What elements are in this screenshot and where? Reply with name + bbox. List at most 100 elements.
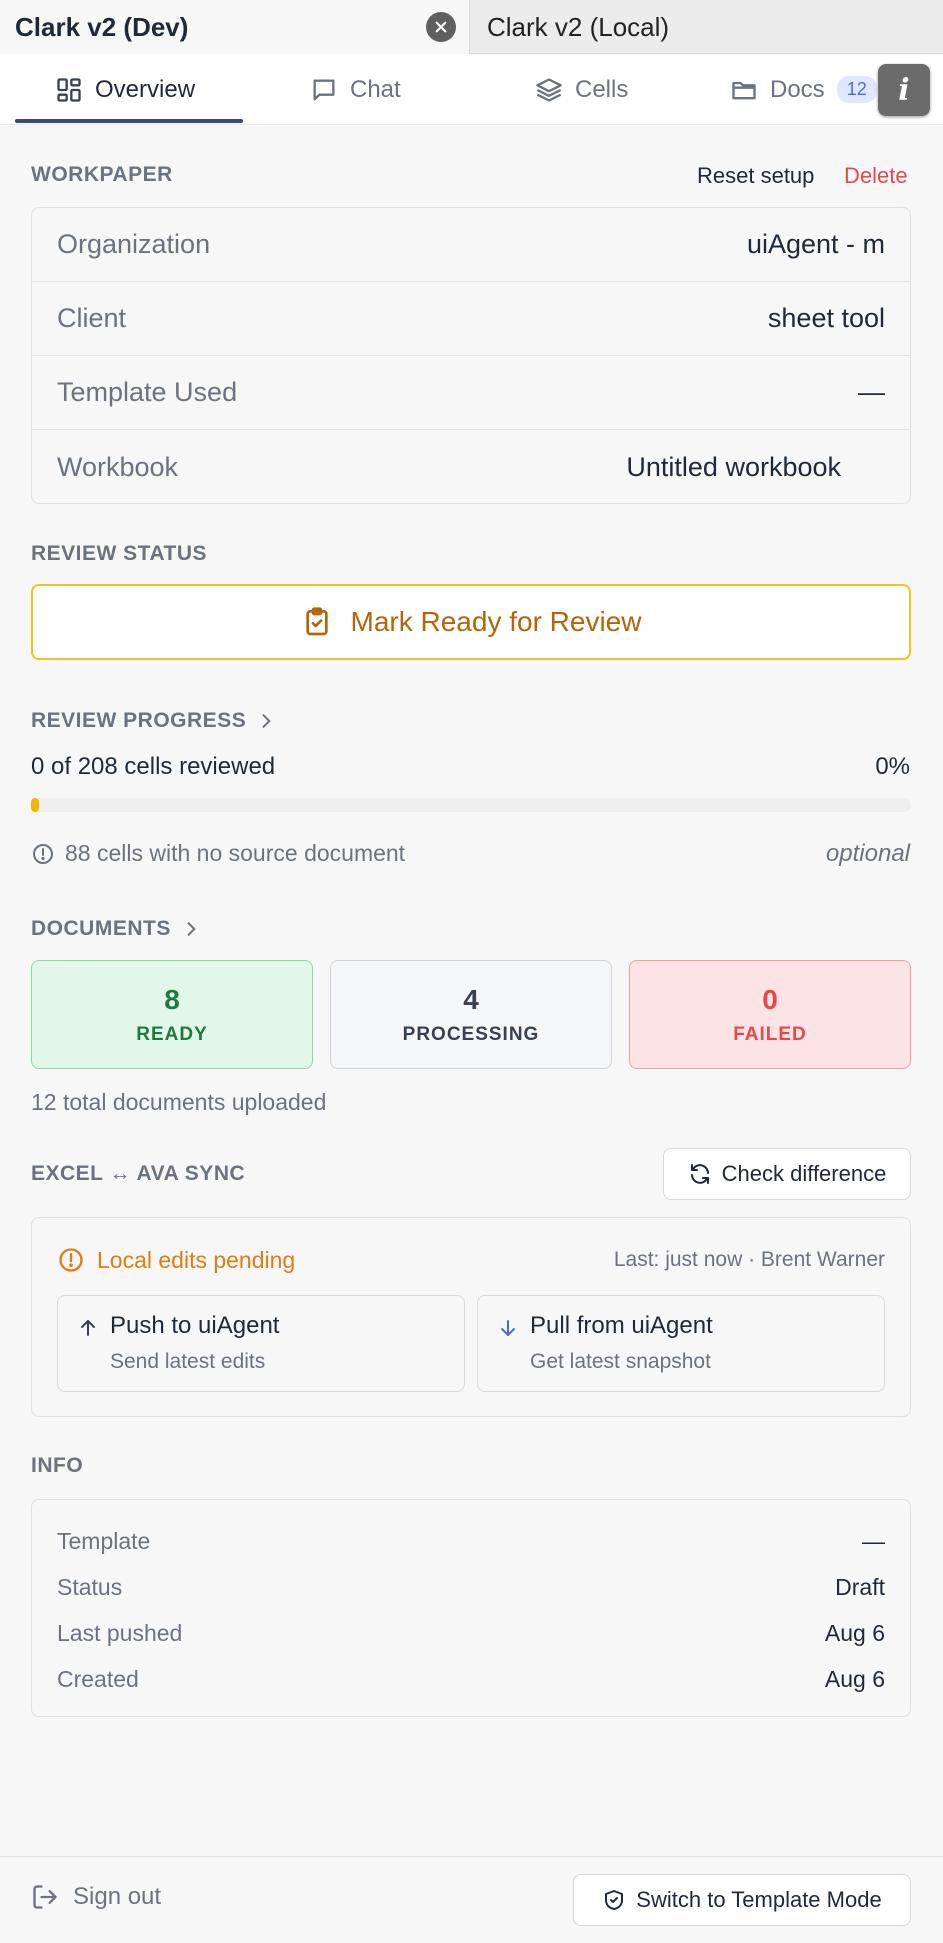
arrow-down-icon bbox=[501, 1320, 515, 1336]
row-value: uiAgent - m bbox=[746, 229, 885, 259]
tab-label: Cells bbox=[575, 75, 629, 103]
progress-summary: 0 of 208 cells reviewed bbox=[31, 753, 276, 780]
documents-total: 12 total documents uploaded bbox=[31, 1089, 327, 1115]
row-key: Created bbox=[57, 1665, 139, 1692]
info-row-template: Template — bbox=[32, 1518, 910, 1564]
chevron-right-icon bbox=[262, 714, 271, 728]
window-tab-label: Clark v2 (Dev) bbox=[15, 12, 189, 42]
row-value: Aug 6 bbox=[824, 1619, 885, 1646]
optional-label: optional bbox=[825, 840, 910, 867]
progress-percent: 0% bbox=[875, 753, 910, 780]
close-tab-icon[interactable] bbox=[426, 12, 456, 42]
workpaper-row-organization: Organization uiAgent - m bbox=[32, 208, 910, 282]
mark-ready-label: Mark Ready for Review bbox=[350, 606, 642, 637]
tab-label: Overview bbox=[95, 75, 196, 103]
no-source-note: 88 cells with no source document bbox=[31, 840, 405, 867]
tab-docs[interactable]: Docs 12 bbox=[730, 54, 877, 125]
info-row-status: Status Draft bbox=[32, 1564, 910, 1610]
tab-label: Docs bbox=[770, 75, 825, 103]
row-key: Template Used bbox=[57, 377, 238, 407]
push-title: Push to uiAgent bbox=[110, 1312, 280, 1339]
row-key: Last pushed bbox=[57, 1619, 183, 1646]
row-value: Aug 6 bbox=[824, 1665, 885, 1692]
info-icon[interactable]: i bbox=[878, 64, 930, 116]
review-status-title: REVIEW STATUS bbox=[31, 542, 208, 565]
row-key: Workbook bbox=[57, 451, 179, 482]
layers-icon bbox=[536, 77, 562, 102]
row-value: sheet tool bbox=[767, 303, 885, 333]
pull-subtitle: Get latest snapshot bbox=[530, 1350, 711, 1373]
info-title: INFO bbox=[31, 1454, 84, 1477]
delete-link[interactable]: Delete bbox=[844, 163, 908, 189]
progress-bar-fill bbox=[31, 798, 39, 812]
alert-circle-icon bbox=[59, 1248, 83, 1272]
nav-tabs: Overview Chat Cells Docs 12 bbox=[0, 54, 943, 125]
pull-title: Pull from uiAgent bbox=[530, 1312, 713, 1339]
workpaper-title: WORKPAPER bbox=[31, 163, 173, 186]
window-tab-dev[interactable]: Clark v2 (Dev) bbox=[0, 0, 470, 55]
ready-label: READY bbox=[136, 1023, 208, 1045]
pending-status: Local edits pending bbox=[57, 1246, 295, 1274]
tab-chat[interactable]: Chat bbox=[310, 54, 401, 125]
folder-icon bbox=[732, 81, 756, 99]
window-tab-bar: Clark v2 (Dev) Clark v2 (Local) bbox=[0, 0, 943, 55]
clipboard-check-icon bbox=[305, 607, 328, 636]
switch-template-mode-label: Switch to Template Mode bbox=[636, 1887, 882, 1912]
switch-template-mode-button[interactable]: Switch to Template Mode bbox=[573, 1874, 911, 1926]
row-key: Client bbox=[57, 303, 127, 333]
row-value: — bbox=[862, 1527, 885, 1554]
failed-count: 0 bbox=[762, 983, 778, 1015]
ready-count: 8 bbox=[164, 983, 180, 1015]
documents-title[interactable]: DOCUMENTS bbox=[31, 917, 201, 941]
info-row-created: Created Aug 6 bbox=[32, 1656, 910, 1702]
workpaper-row-workbook: Workbook Untitled workbook bbox=[32, 430, 910, 504]
check-difference-button[interactable]: Check difference bbox=[663, 1148, 911, 1200]
pull-button[interactable]: Pull from uiAgent Get latest snapshot bbox=[477, 1295, 885, 1392]
check-difference-label: Check difference bbox=[721, 1161, 887, 1186]
sync-card: Local edits pending Last: just now · Bre… bbox=[31, 1217, 911, 1417]
review-progress-label: REVIEW PROGRESS bbox=[31, 709, 247, 732]
info-circle-icon bbox=[33, 843, 53, 864]
tab-label: Chat bbox=[350, 75, 401, 103]
row-value: — bbox=[858, 377, 885, 407]
window-tab-local[interactable]: Clark v2 (Local) bbox=[471, 0, 943, 54]
no-source-text: 88 cells with no source document bbox=[65, 840, 406, 866]
arrow-up-icon bbox=[81, 1320, 95, 1336]
log-out-icon bbox=[33, 1885, 57, 1909]
push-button[interactable]: Push to uiAgent Send latest edits bbox=[57, 1295, 465, 1392]
mark-ready-button[interactable]: Mark Ready for Review bbox=[31, 584, 911, 660]
processing-count: 4 bbox=[463, 983, 479, 1015]
tab-cells[interactable]: Cells bbox=[535, 54, 628, 125]
refresh-icon bbox=[690, 1164, 709, 1184]
workpaper-row-template: Template Used — bbox=[32, 356, 910, 430]
chat-icon bbox=[313, 79, 335, 101]
docs-count-badge: 12 bbox=[836, 76, 877, 103]
info-row-last-pushed: Last pushed Aug 6 bbox=[32, 1610, 910, 1656]
chevron-right-icon bbox=[187, 922, 196, 936]
documents-ready-card[interactable]: 8 READY bbox=[31, 960, 313, 1069]
row-key: Template bbox=[57, 1527, 151, 1554]
tab-overview[interactable]: Overview bbox=[55, 54, 195, 125]
reset-setup-link[interactable]: Reset setup bbox=[697, 163, 814, 189]
last-sync-meta: Last: just now · Brent Warner bbox=[613, 1248, 885, 1271]
row-value: Draft bbox=[835, 1573, 885, 1600]
processing-label: PROCESSING bbox=[402, 1023, 540, 1045]
failed-label: FAILED bbox=[733, 1023, 807, 1045]
documents-processing-card[interactable]: 4 PROCESSING bbox=[330, 960, 612, 1069]
workpaper-row-client: Client sheet tool bbox=[32, 282, 910, 356]
active-tab-indicator bbox=[15, 119, 243, 123]
push-subtitle: Send latest edits bbox=[110, 1350, 266, 1373]
info-card: Template — Status Draft Last pushed Aug … bbox=[31, 1499, 911, 1717]
review-progress-title[interactable]: REVIEW PROGRESS bbox=[31, 709, 276, 733]
row-key: Organization bbox=[57, 229, 211, 259]
row-value: Untitled workbook bbox=[626, 451, 841, 482]
shield-check-icon bbox=[605, 1890, 624, 1910]
footer: Sign out Switch to Template Mode bbox=[0, 1856, 943, 1943]
sign-out-button[interactable]: Sign out bbox=[31, 1883, 161, 1911]
documents-failed-card[interactable]: 0 FAILED bbox=[629, 960, 911, 1069]
pending-label: Local edits pending bbox=[97, 1246, 296, 1273]
documents-label: DOCUMENTS bbox=[31, 917, 171, 940]
sign-out-label: Sign out bbox=[73, 1883, 162, 1910]
window-tab-label: Clark v2 (Local) bbox=[487, 11, 670, 42]
row-key: Status bbox=[57, 1573, 123, 1600]
